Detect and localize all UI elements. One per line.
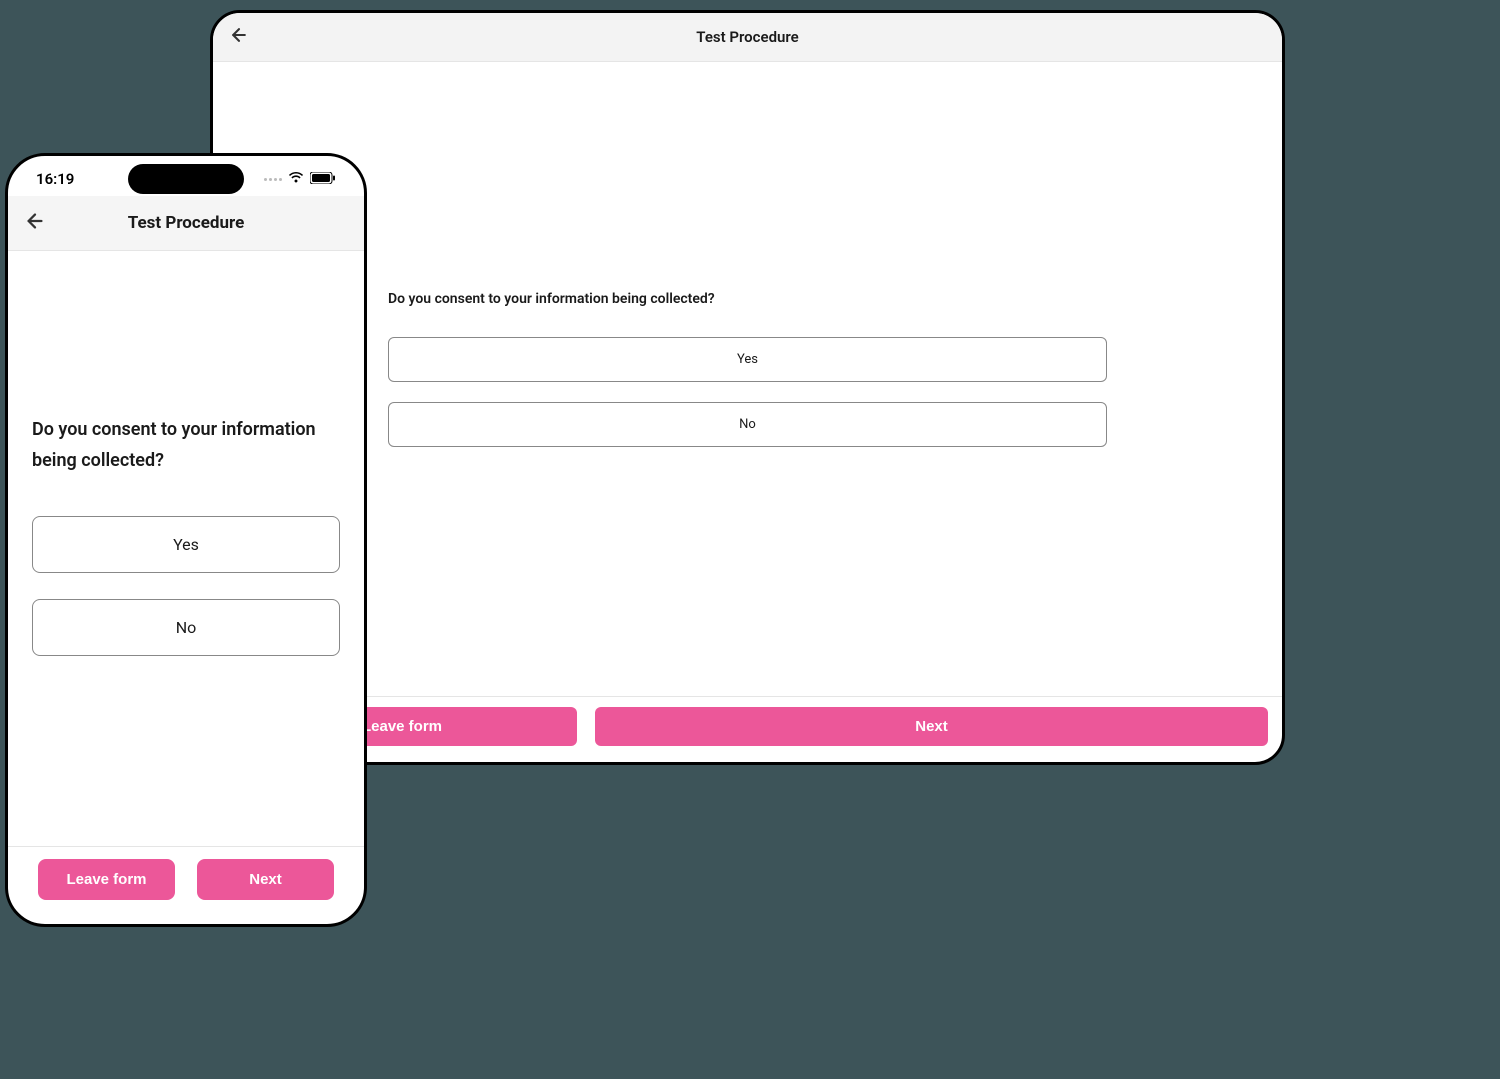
battery-icon <box>310 170 336 188</box>
back-arrow-icon[interactable] <box>229 25 249 49</box>
next-button[interactable]: Next <box>197 859 334 900</box>
next-button[interactable]: Next <box>595 707 1268 746</box>
option-no-button[interactable]: No <box>388 402 1107 447</box>
option-yes-button[interactable]: Yes <box>388 337 1107 382</box>
phone-device-frame: 16:19 <box>5 153 367 927</box>
page-title: Test Procedure <box>696 28 798 46</box>
tablet-device-frame: Test Procedure Do you consent to your in… <box>210 10 1285 765</box>
phone-header: Test Procedure <box>8 196 364 251</box>
tablet-header: Test Procedure <box>213 13 1282 62</box>
back-arrow-icon[interactable] <box>24 210 46 236</box>
tablet-form-content: Do you consent to your information being… <box>213 62 1282 696</box>
wifi-icon <box>288 170 304 188</box>
consent-question: Do you consent to your information being… <box>32 415 340 476</box>
status-icons <box>264 170 336 188</box>
tablet-footer: Leave form Next <box>213 696 1282 762</box>
phone-notch <box>128 164 244 194</box>
leave-form-button[interactable]: Leave form <box>38 859 175 900</box>
option-no-button[interactable]: No <box>32 599 340 656</box>
cellular-signal-icon <box>264 178 282 181</box>
option-yes-button[interactable]: Yes <box>32 516 340 573</box>
page-title: Test Procedure <box>128 213 245 233</box>
consent-question: Do you consent to your information being… <box>388 291 1107 307</box>
phone-form-content: Do you consent to your information being… <box>8 251 364 846</box>
phone-footer: Leave form Next <box>8 846 364 924</box>
status-time: 16:19 <box>36 170 74 188</box>
